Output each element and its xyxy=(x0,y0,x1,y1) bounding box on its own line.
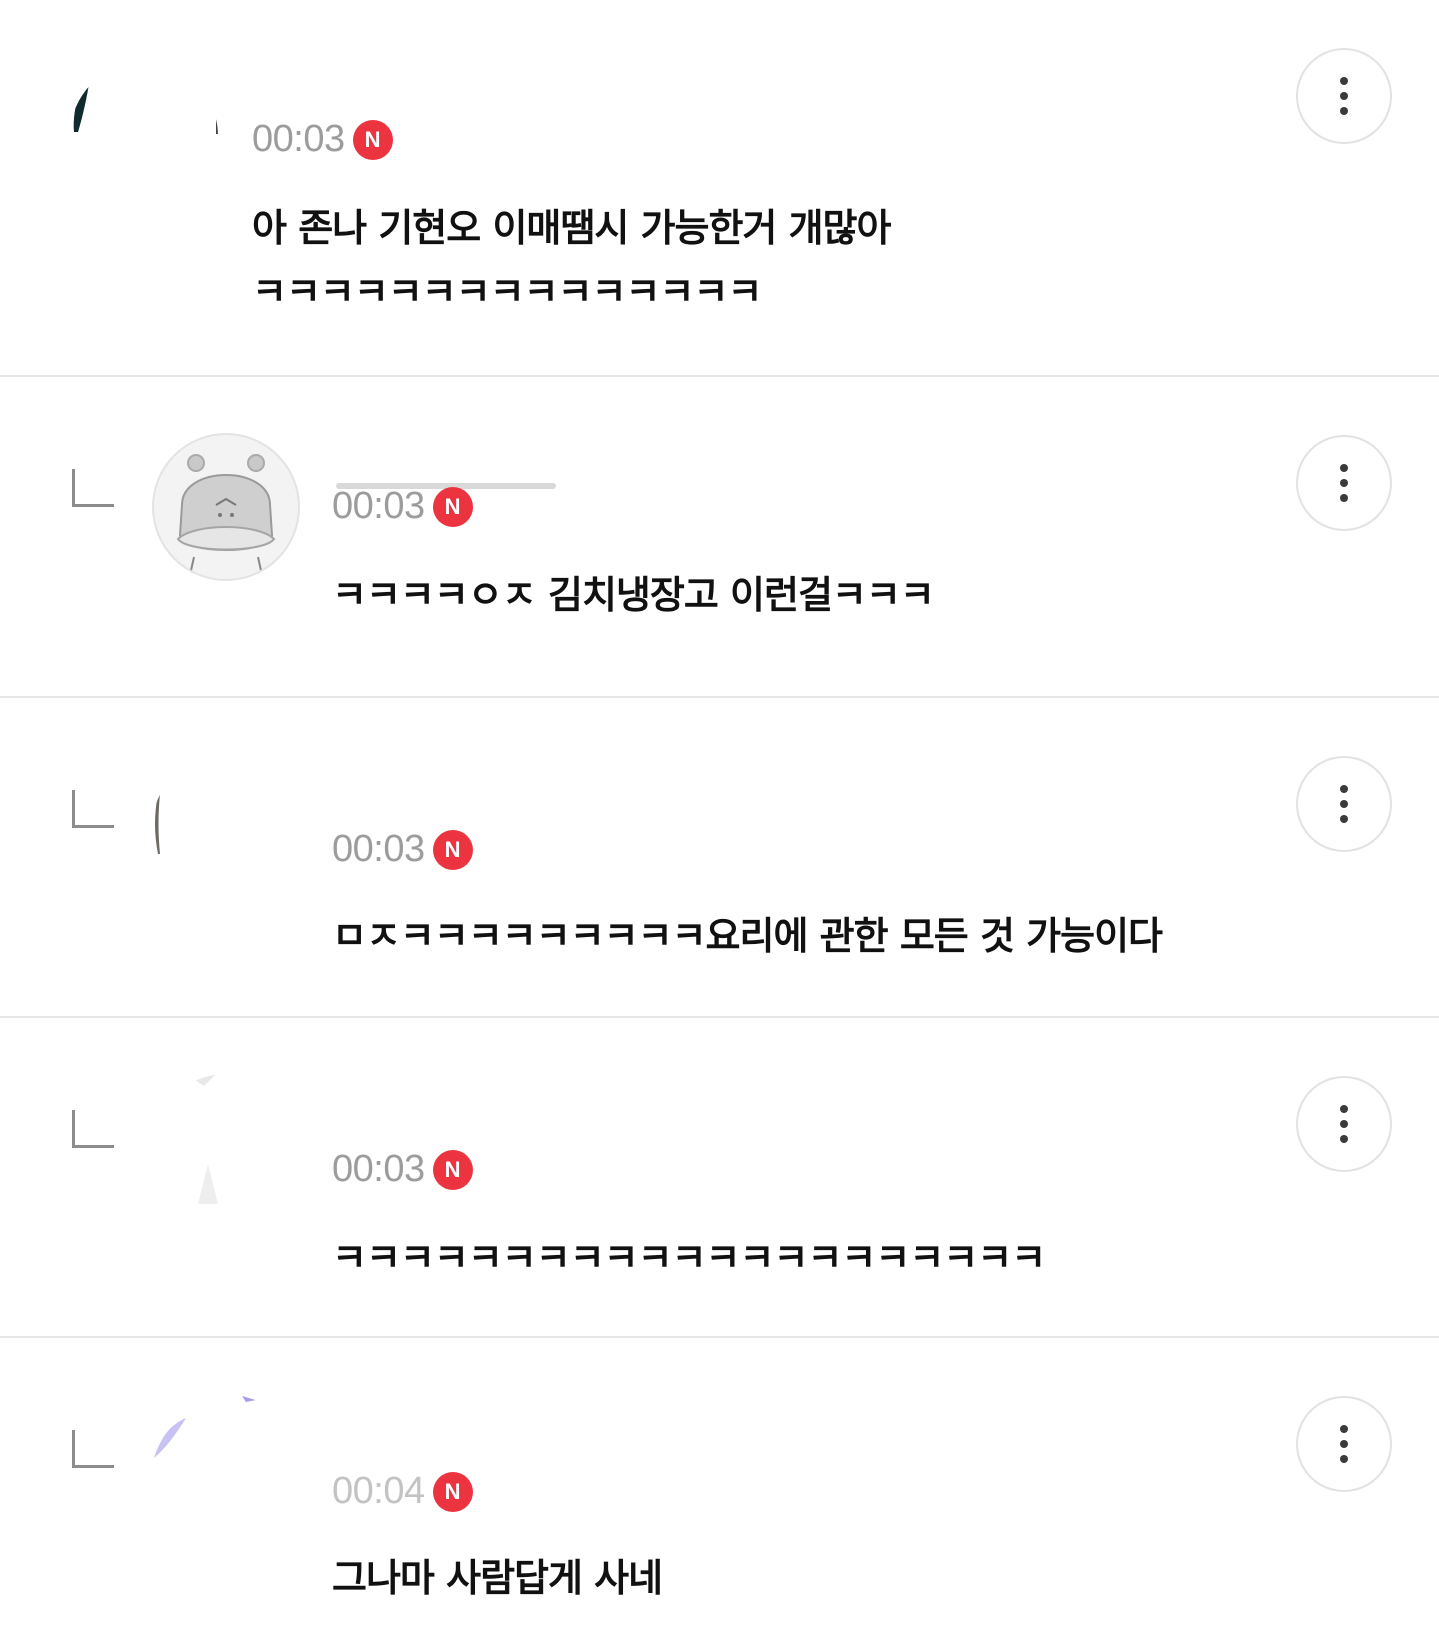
more-vertical-icon xyxy=(1340,1105,1348,1113)
avatar[interactable] xyxy=(152,754,300,902)
more-options-button[interactable] xyxy=(1296,48,1392,144)
comment-time: 00:03 xyxy=(332,485,425,527)
avatar[interactable] xyxy=(152,1074,300,1222)
new-badge: N xyxy=(432,829,473,870)
avatar[interactable] xyxy=(70,62,218,210)
more-vertical-icon xyxy=(1340,77,1348,85)
hamster-avatar-icon xyxy=(176,454,276,576)
reply-item: 00:03 N ㅋㅋㅋㅋㅇㅈ 김치냉장고 이런걸ㅋㅋㅋ xyxy=(0,377,1439,696)
reply-arrow-icon xyxy=(72,1430,114,1468)
comment-item: 00:03 N 아 존나 기현오 이매땜시 가능한거 개많아 ㅋㅋㅋㅋㅋㅋㅋㅋㅋ… xyxy=(0,0,1439,376)
comment-time: 00:03 xyxy=(332,1148,425,1190)
more-options-button[interactable] xyxy=(1296,756,1392,852)
comment-list: 00:03 N 아 존나 기현오 이매땜시 가능한거 개많아 ㅋㅋㅋㅋㅋㅋㅋㅋㅋ… xyxy=(0,0,1439,1649)
comment-text: 그나마 사람답게 사네 xyxy=(332,1556,663,1600)
reply-item: 00:03 N ㅁㅈㅋㅋㅋㅋㅋㅋㅋㅋㅋ요리에 관한 모든 것 가능이다 xyxy=(0,698,1439,1018)
reply-arrow-icon xyxy=(72,790,114,828)
comment-text: 아 존나 기현오 이매땜시 가능한거 개많아 ㅋㅋㅋㅋㅋㅋㅋㅋㅋㅋㅋㅋㅋㅋㅋ xyxy=(252,206,891,314)
avatar-image-icon xyxy=(192,1074,218,1204)
more-vertical-icon xyxy=(1340,1425,1348,1433)
more-options-button[interactable] xyxy=(1296,435,1392,531)
reply-item: 00:04 N 그나마 사람답게 사네 xyxy=(0,1338,1439,1649)
comment-meta: 00:03 N xyxy=(332,485,473,528)
comment-time: 00:03 xyxy=(332,828,425,870)
reply-arrow-icon xyxy=(72,1110,114,1148)
avatar[interactable] xyxy=(152,433,300,581)
avatar-image-icon xyxy=(73,66,218,134)
avatar-image-icon xyxy=(155,794,160,854)
comment-time: 00:03 xyxy=(252,118,345,160)
reply-arrow-icon xyxy=(72,469,114,507)
reply-item: 00:03 N ㅋㅋㅋㅋㅋㅋㅋㅋㅋㅋㅋㅋㅋㅋㅋㅋㅋㅋㅋㅋㅋ xyxy=(0,1018,1439,1338)
comment-text: ㅁㅈㅋㅋㅋㅋㅋㅋㅋㅋㅋ요리에 관한 모든 것 가능이다 xyxy=(332,914,1163,958)
more-options-button[interactable] xyxy=(1296,1396,1392,1492)
comment-meta: 00:04 N xyxy=(332,1470,473,1513)
more-vertical-icon xyxy=(1340,785,1348,793)
comment-meta: 00:03 N xyxy=(252,118,393,161)
comment-time: 00:04 xyxy=(332,1470,425,1512)
new-badge: N xyxy=(432,486,473,527)
comment-meta: 00:03 N xyxy=(332,828,473,871)
new-badge: N xyxy=(352,119,393,160)
more-options-button[interactable] xyxy=(1296,1076,1392,1172)
comment-text: ㅋㅋㅋㅋㅋㅋㅋㅋㅋㅋㅋㅋㅋㅋㅋㅋㅋㅋㅋㅋㅋ xyxy=(332,1236,1046,1280)
new-badge: N xyxy=(432,1471,473,1512)
comment-text: ㅋㅋㅋㅋㅇㅈ 김치냉장고 이런걸ㅋㅋㅋ xyxy=(332,573,935,617)
avatar-image-icon xyxy=(154,1396,284,1526)
comment-meta: 00:03 N xyxy=(332,1148,473,1191)
avatar[interactable] xyxy=(152,1394,300,1542)
more-vertical-icon xyxy=(1340,464,1348,472)
new-badge: N xyxy=(432,1149,473,1190)
